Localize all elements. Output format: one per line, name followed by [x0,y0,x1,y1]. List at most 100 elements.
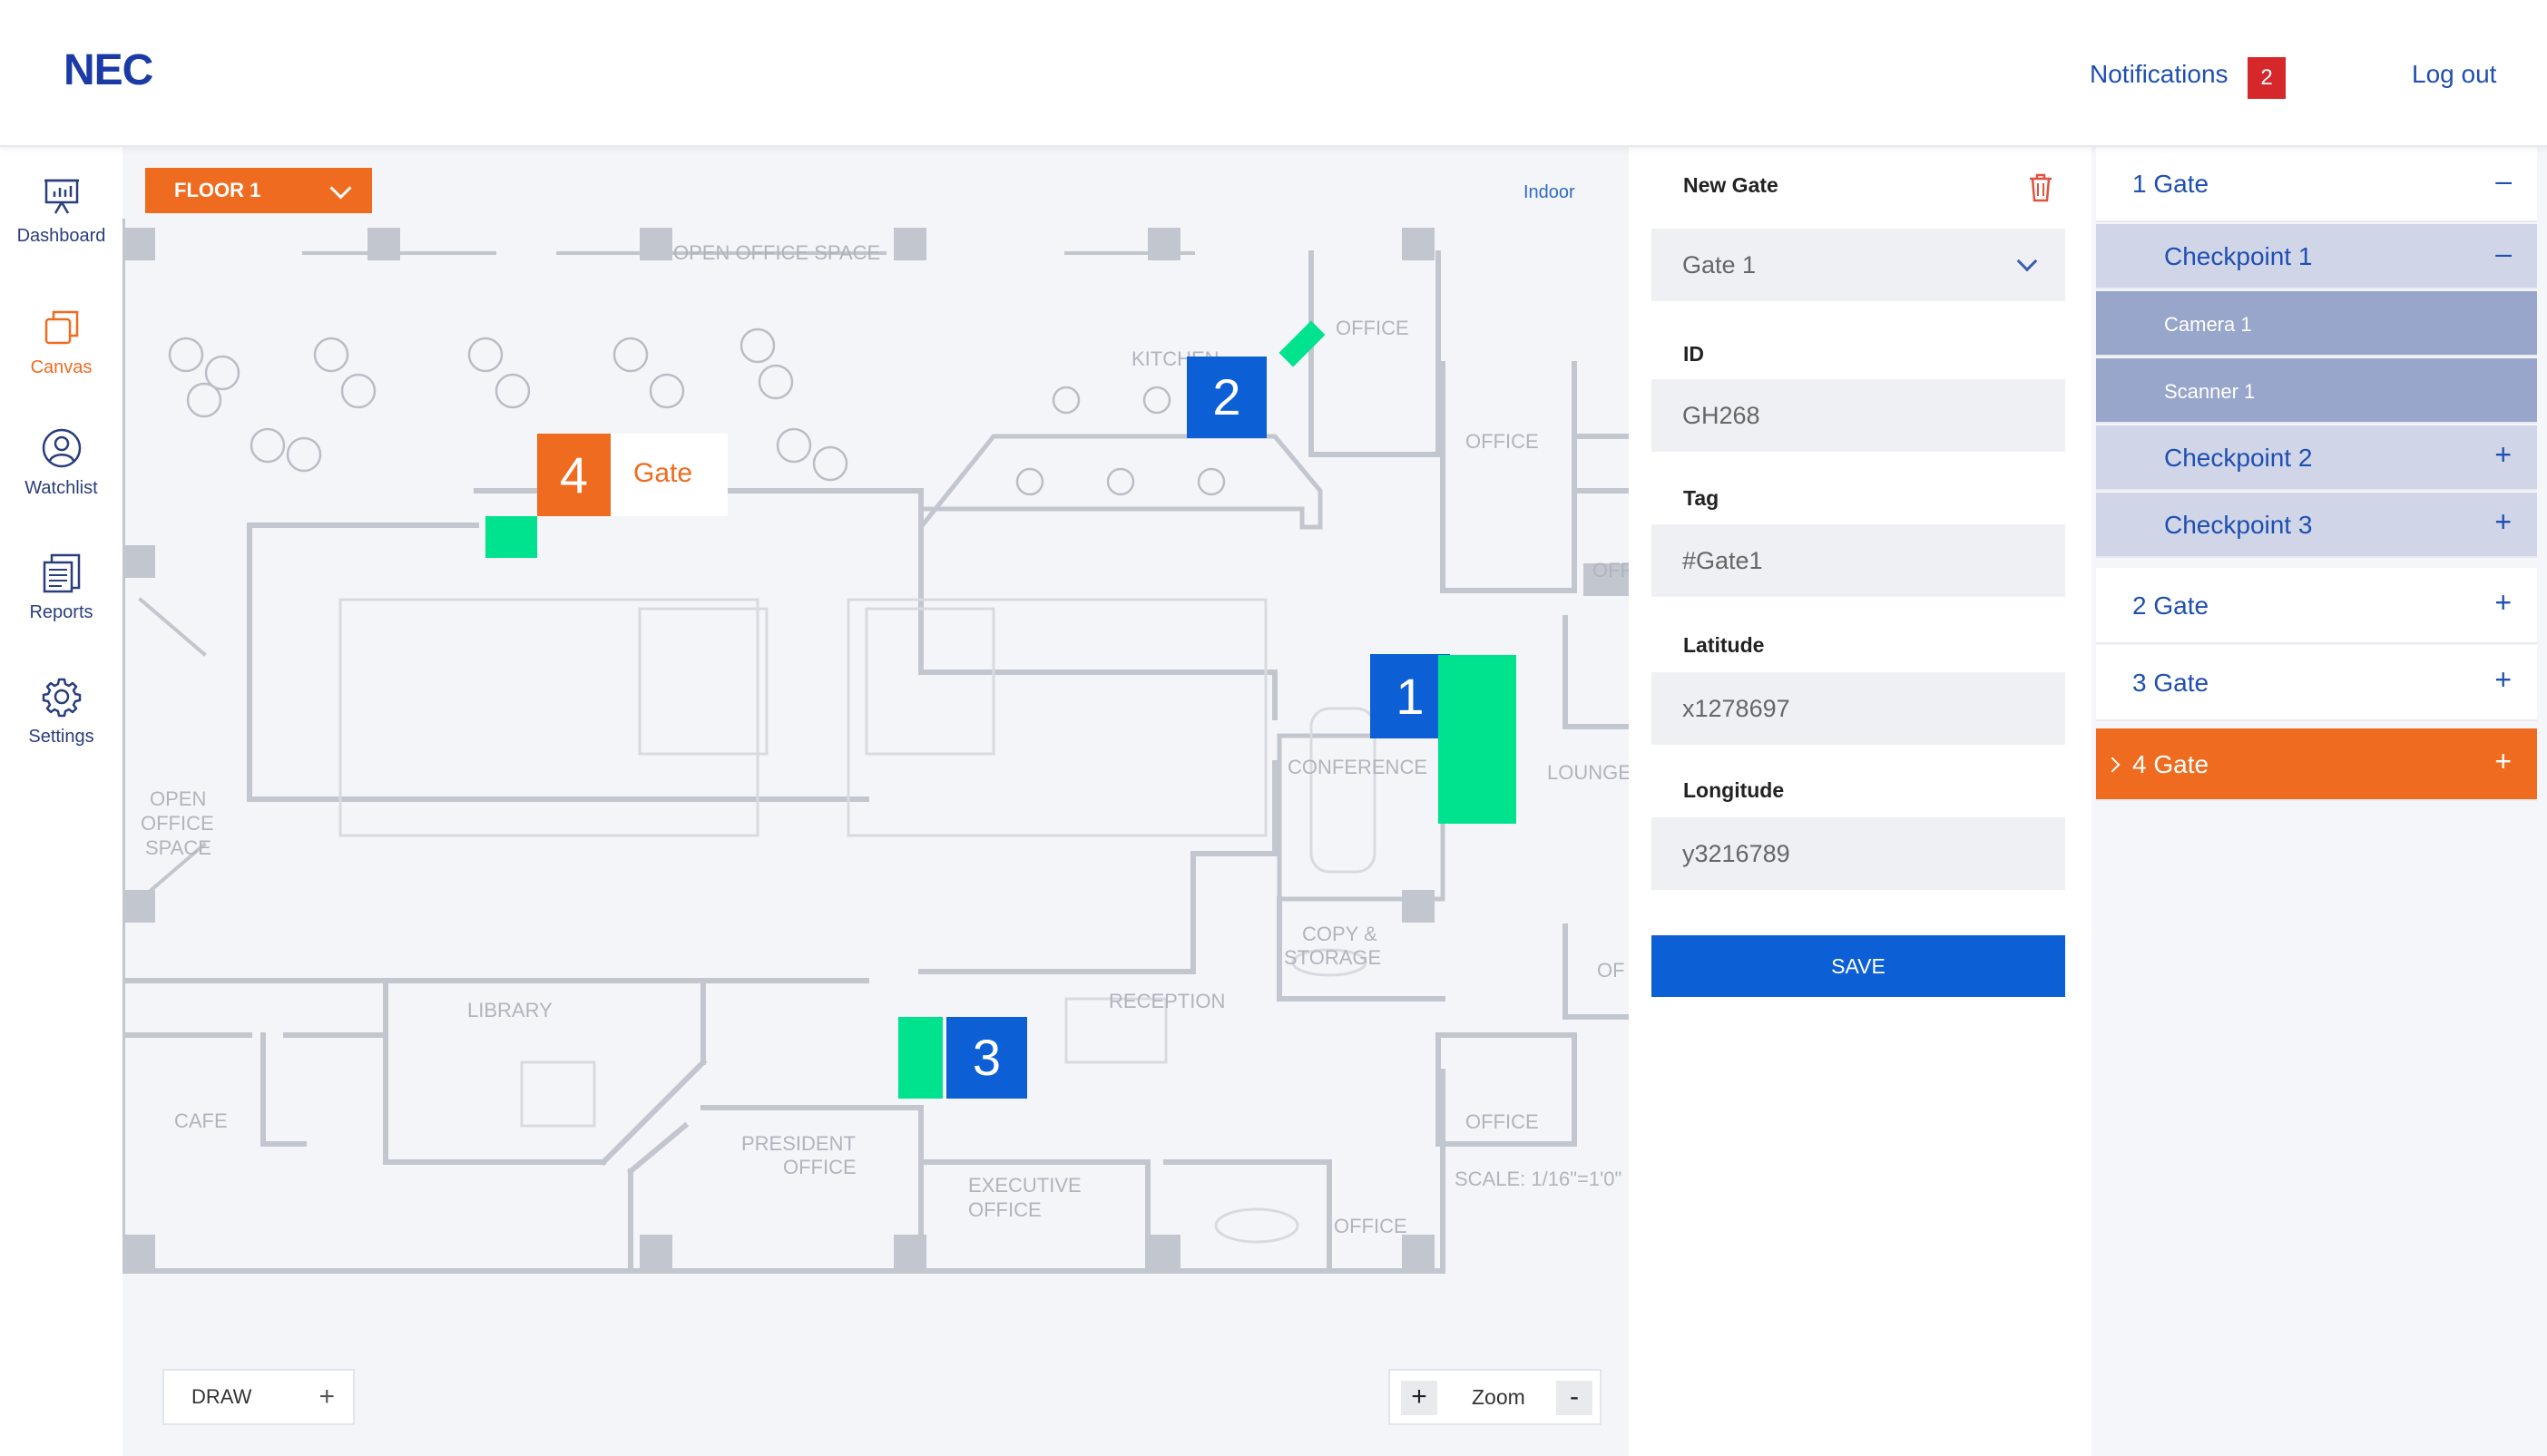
zoom-out-button[interactable]: - [1556,1381,1592,1415]
chevron-right-icon [2104,757,2121,773]
tree-gate-2-label: 2 Gate [2132,591,2209,620]
room-label-open-left-1: OPEN [150,787,206,810]
gate-4-zone[interactable] [485,516,537,558]
tree-gate-3[interactable]: 3 Gate + [2096,645,2537,721]
room-label-open-left-2: OFFICE [141,812,214,835]
tree-checkpoint-2[interactable]: Checkpoint 2 + [2096,425,2537,491]
gate-marker-3[interactable]: 3 [946,1017,1027,1099]
plus-icon: + [318,1382,335,1412]
room-label-office-e: OFFICE [1334,1215,1407,1237]
tree-gate-1[interactable]: 1 Gate – [2096,146,2537,222]
latitude-field[interactable]: x1278697 [1651,672,2065,745]
tree-gate-4[interactable]: 4 Gate + [2096,728,2537,801]
floorplan-canvas[interactable]: FLOOR 1 Indoor OPEN OFFICE SPACE KITCHEN… [122,146,1629,1456]
expand-icon[interactable]: + [2494,438,2512,472]
gate-tree-panel: 1 Gate – Checkpoint 1 – Camera 1 Scanner… [2091,146,2547,1456]
expand-icon[interactable]: + [2494,663,2512,697]
trash-icon[interactable] [2028,173,2053,202]
tag-label: Tag [1683,486,1719,510]
gate-marker-2[interactable]: 2 [1187,357,1267,438]
nav-label-reports: Reports [29,602,93,622]
nav-label-dashboard: Dashboard [16,226,106,246]
room-label-lounge: LOUNGE [1547,761,1629,784]
notifications-link[interactable]: Notifications [2090,60,2229,89]
longitude-label: Longitude [1683,778,1785,802]
floorplan-drawing: OPEN OFFICE SPACE KITCHEN OFFICE OFFICE … [122,219,1629,1274]
gate-1-zone[interactable] [1438,655,1516,824]
room-label-office-c: OFFI [1592,559,1629,581]
nav-item-canvas[interactable]: Canvas [0,305,122,378]
room-label-open-left-3: SPACE [145,836,211,859]
tree-scanner-1[interactable]: Scanner 1 [2096,358,2537,424]
nec-logo[interactable]: NEC [64,45,153,95]
nav-item-settings[interactable]: Settings [0,674,122,748]
draw-button[interactable]: DRAW + [162,1369,355,1425]
latitude-label: Latitude [1683,633,1765,657]
zoom-in-button[interactable]: + [1401,1381,1437,1415]
room-label-president-2: OFFICE [783,1156,857,1178]
nav-label-watchlist: Watchlist [24,478,98,498]
id-label: ID [1683,342,1704,366]
nav-label-settings: Settings [28,727,94,747]
room-label-executive-1: EXECUTIVE [968,1174,1082,1197]
nav-item-watchlist[interactable]: Watchlist [0,425,122,499]
expand-icon[interactable]: + [2494,505,2512,539]
collapse-icon[interactable]: – [2495,164,2512,198]
indoor-toggle[interactable]: Indoor [1523,182,1575,203]
gate-form-panel: New Gate Gate 1 ID GH268 Tag #Gate1 Lati… [1629,146,2091,1456]
room-label-office-b: OFFICE [1465,430,1539,453]
tree-checkpoint-1-label: Checkpoint 1 [2164,242,2313,270]
floor-select[interactable]: FLOOR 1 [145,168,372,213]
zoom-label: Zoom [1472,1385,1525,1409]
room-label-open-office-top: OPEN OFFICE SPACE [673,241,880,264]
gear-icon [42,678,81,718]
collapse-icon[interactable]: – [2495,237,2512,270]
room-label-office-a: OFFICE [1336,317,1409,339]
tree-checkpoint-3-label: Checkpoint 3 [2164,511,2313,539]
room-label-office-f: OF [1597,959,1625,982]
room-label-office-d: OFFICE [1465,1110,1539,1133]
tree-checkpoint-2-label: Checkpoint 2 [2164,444,2313,472]
reports-icon [43,553,80,593]
longitude-field[interactable]: y3216789 [1651,817,2065,890]
room-label-cafe: CAFE [174,1109,228,1132]
room-label-copy-1: COPY & [1302,923,1377,945]
gate-select[interactable]: Gate 1 [1651,229,2065,301]
gate-marker-4[interactable]: 4 Gate [537,434,728,516]
notifications-count-badge[interactable]: 2 [2248,57,2286,99]
floor-select-value: FLOOR 1 [174,179,261,201]
zoom-control: + Zoom - [1388,1369,1602,1425]
room-label-copy-2: STORAGE [1284,946,1381,969]
scale-label: SCALE: 1/16"=1'0" [1455,1168,1621,1190]
logout-link[interactable]: Log out [2412,60,2496,89]
tree-camera-1-label: Camera 1 [2164,313,2252,336]
presentation-icon [44,179,79,214]
user-icon [42,428,81,468]
nav-item-dashboard[interactable]: Dashboard [0,173,122,247]
nav-item-reports[interactable]: Reports [0,550,122,623]
app-header: NEC Notifications 2 Log out [0,0,2547,147]
tree-gate-2[interactable]: 2 Gate + [2096,568,2537,644]
tree-camera-1[interactable]: Camera 1 [2096,291,2537,357]
room-label-executive-2: OFFICE [968,1198,1042,1221]
tree-gate-4-label: 4 Gate [2132,750,2209,778]
chevron-down-icon [2016,250,2038,272]
tree-checkpoint-1[interactable]: Checkpoint 1 – [2096,224,2537,289]
tree-checkpoint-3[interactable]: Checkpoint 3 + [2096,493,2537,558]
expand-icon[interactable]: + [2494,586,2512,620]
tree-gate-3-label: 3 Gate [2132,669,2209,697]
left-sidebar: Dashboard Canvas Watchlist Reports Setti… [0,146,122,1456]
id-field[interactable]: GH268 [1651,379,2065,452]
canvas-icon [44,310,78,345]
gate-marker-4-number: 4 [537,434,611,516]
gate-3-zone[interactable] [898,1017,943,1099]
save-button[interactable]: SAVE [1651,935,2065,997]
nav-label-canvas: Canvas [30,357,93,377]
room-label-reception: RECEPTION [1109,990,1225,1012]
room-label-library: LIBRARY [467,999,553,1021]
tag-field[interactable]: #Gate1 [1651,524,2065,597]
expand-icon[interactable]: + [2494,745,2512,778]
form-title: New Gate [1683,173,1778,197]
room-label-president-1: PRESIDENT [741,1132,856,1155]
draw-button-label: DRAW [191,1385,252,1408]
